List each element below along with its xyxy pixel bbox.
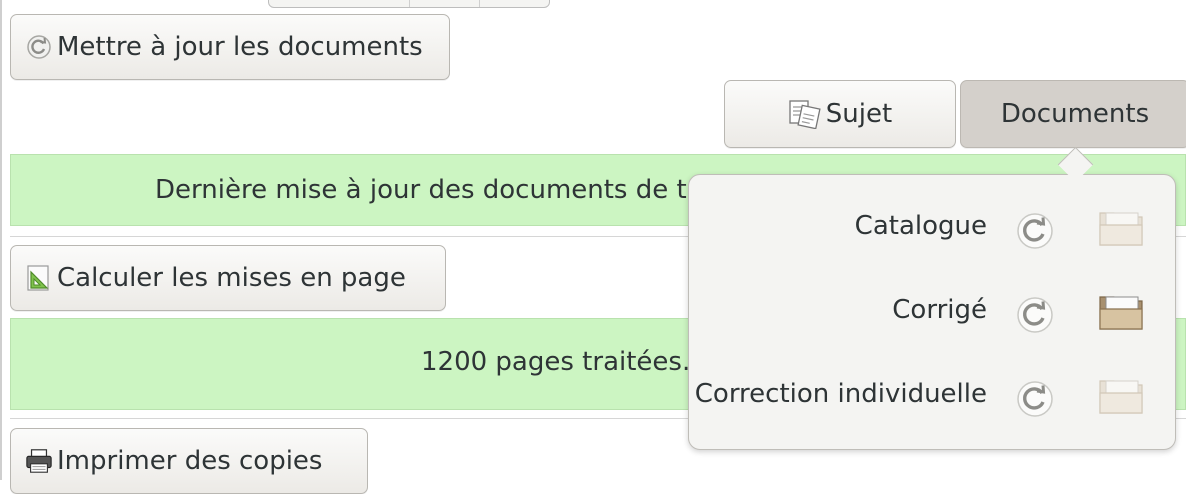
refresh-icon[interactable] (1015, 295, 1055, 335)
subject-label: Sujet (825, 99, 893, 129)
print-copies-button[interactable]: Imprimer des copies (10, 428, 368, 494)
documents-copy-icon (788, 100, 822, 129)
catalogue-label: Catalogue (854, 211, 987, 241)
print-copies-label: Imprimer des copies (57, 446, 323, 476)
toolbar-fragment (268, 0, 550, 8)
popover-row-corrige: Corrigé (689, 281, 1177, 345)
refresh-icon (25, 33, 53, 61)
compute-layouts-label: Calculer les mises en page (57, 263, 406, 293)
corrige-label: Corrigé (892, 295, 987, 325)
update-documents-label: Mettre à jour les documents (57, 32, 423, 62)
documents-status-text: Dernière mise à jour des documents de tr (155, 175, 698, 205)
refresh-icon[interactable] (1015, 211, 1055, 251)
documents-popover: Catalogue Corrigé Correction individuell… (688, 174, 1176, 450)
pages-status-text: 1200 pages traitées. (421, 347, 691, 377)
folder-icon[interactable] (1097, 373, 1147, 417)
popover-row-correction-individuelle: Correction individuelle (689, 365, 1177, 429)
compute-layouts-button[interactable]: Calculer les mises en page (10, 245, 446, 311)
folder-icon[interactable] (1097, 289, 1147, 333)
documents-label: Documents (1000, 99, 1150, 129)
correction-individuelle-label: Correction individuelle (694, 379, 987, 409)
update-documents-button[interactable]: Mettre à jour les documents (10, 14, 450, 80)
set-square-icon (25, 264, 53, 292)
documents-button[interactable]: Documents (960, 80, 1186, 148)
folder-icon[interactable] (1097, 205, 1147, 249)
window-left-border (0, 0, 2, 480)
popover-row-catalogue: Catalogue (689, 197, 1177, 261)
refresh-icon[interactable] (1015, 379, 1055, 419)
subject-button[interactable]: Sujet (724, 80, 956, 148)
printer-icon (25, 447, 53, 475)
